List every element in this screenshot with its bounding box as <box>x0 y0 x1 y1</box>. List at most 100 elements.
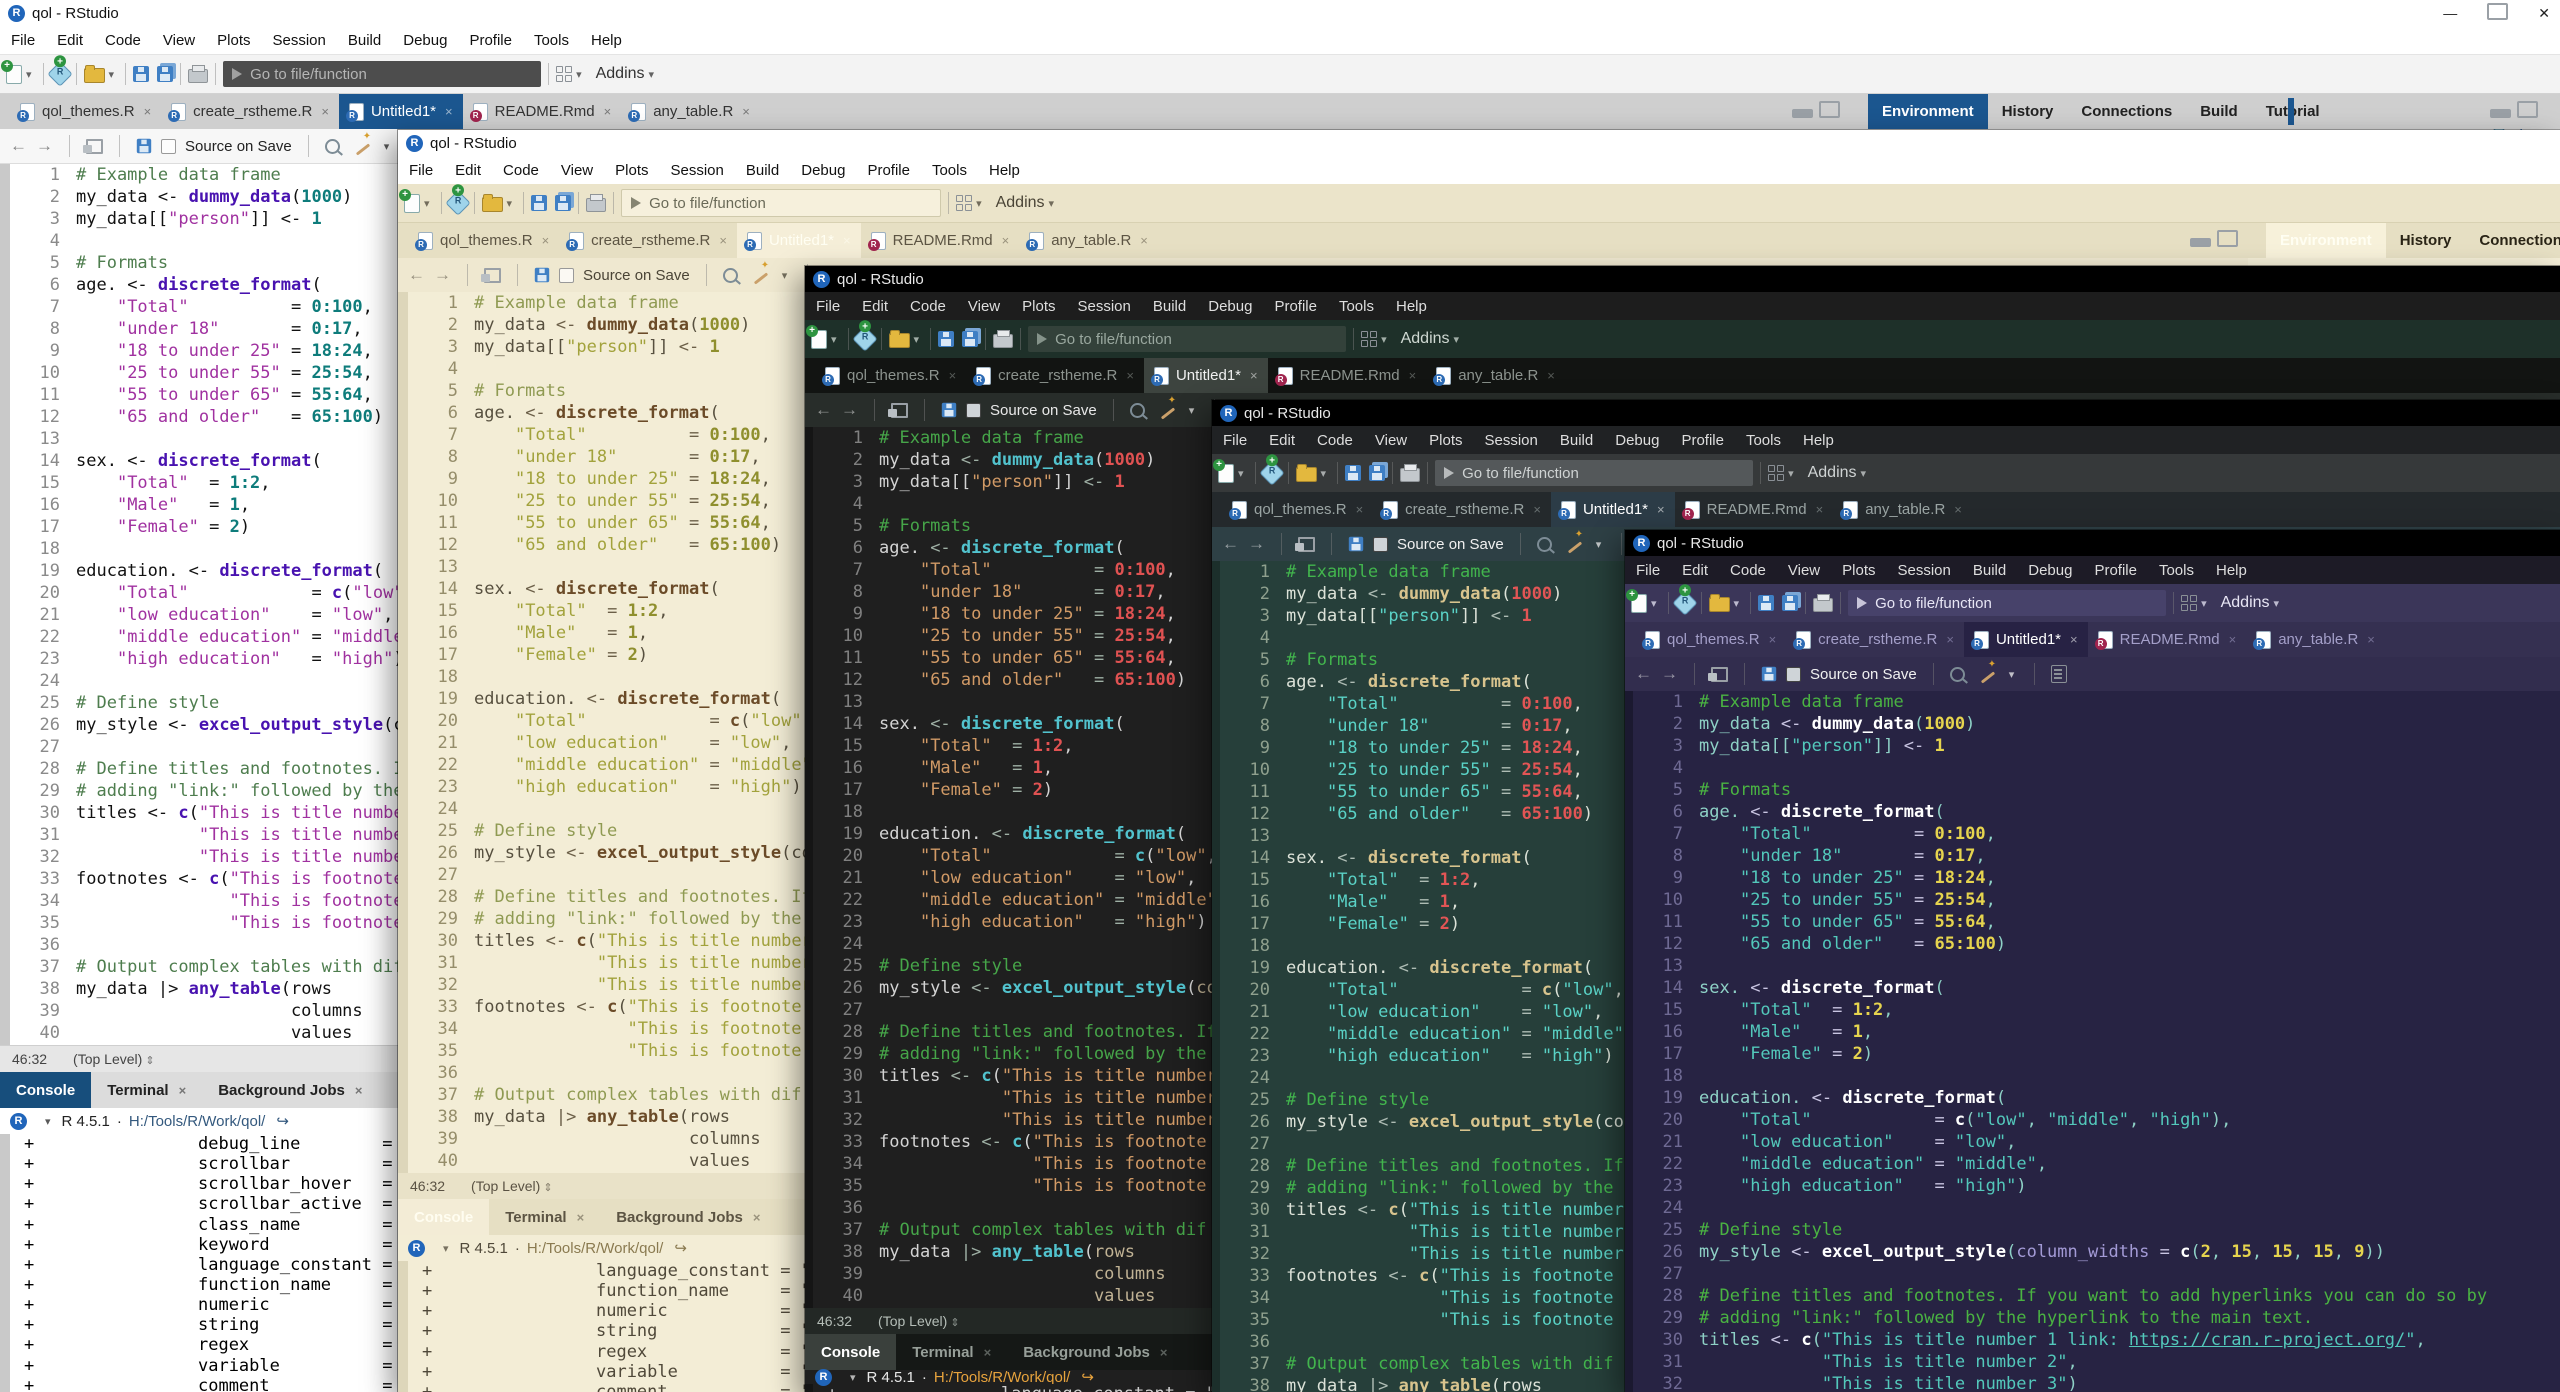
menu-debug[interactable]: Debug <box>2017 562 2083 579</box>
open-directory-icon[interactable]: ↪ <box>276 1112 289 1130</box>
close-button[interactable]: ✕ <box>2538 5 2550 22</box>
close-tab-icon[interactable]: × <box>2229 632 2237 647</box>
menu-view[interactable]: View <box>152 32 206 49</box>
close-tab-icon[interactable]: × <box>1002 233 1010 248</box>
close-tab-icon[interactable]: × <box>1547 368 1555 383</box>
goto-file-function-search[interactable]: Go to file/function <box>223 61 541 87</box>
menu-profile[interactable]: Profile <box>856 162 921 179</box>
open-directory-icon[interactable]: ↪ <box>674 1239 687 1257</box>
goto-file-function-search[interactable]: Go to file/function <box>1028 326 1346 352</box>
window-titlebar[interactable]: Rqol - RStudio <box>1625 530 2560 556</box>
console-tab-background-jobs[interactable]: Background Jobs× <box>202 1072 378 1108</box>
menu-code[interactable]: Code <box>1306 432 1364 449</box>
menu-tools[interactable]: Tools <box>2148 562 2205 579</box>
menu-plots[interactable]: Plots <box>1831 562 1886 579</box>
addins-button[interactable]: Addins <box>1401 330 1450 348</box>
close-tab-icon[interactable]: × <box>542 233 550 248</box>
file-tab-untitled1-[interactable]: Untitled1*× <box>1551 492 1675 527</box>
file-tab-create-rstheme-r[interactable]: create_rstheme.R× <box>161 94 339 129</box>
menu-help[interactable]: Help <box>1792 432 1845 449</box>
menu-plots[interactable]: Plots <box>604 162 659 179</box>
code-tools-dropdown-icon[interactable]: ▾ <box>2009 668 2015 681</box>
env-tab-environment[interactable]: Environment <box>2266 223 2386 258</box>
goto-file-function-search[interactable]: Go to file/function <box>1848 590 2166 616</box>
menu-view[interactable]: View <box>1777 562 1831 579</box>
console-tab-terminal[interactable]: Terminal× <box>489 1199 600 1235</box>
menu-view[interactable]: View <box>1364 432 1418 449</box>
console-tab-background-jobs[interactable]: Background Jobs× <box>1007 1334 1183 1370</box>
console-tab-console[interactable]: Console <box>805 1334 896 1370</box>
close-tab-icon[interactable]: × <box>2070 632 2078 647</box>
close-tab-icon[interactable]: × <box>321 104 329 119</box>
close-tab-icon[interactable]: × <box>2367 632 2375 647</box>
console-tab-console[interactable]: Console <box>398 1199 489 1235</box>
pane-layout-dropdown-icon[interactable]: ▾ <box>576 68 582 81</box>
close-tab-icon[interactable]: × <box>604 104 612 119</box>
menu-session[interactable]: Session <box>1474 432 1549 449</box>
menu-debug[interactable]: Debug <box>1197 298 1263 315</box>
addins-button[interactable]: Addins <box>1808 464 1857 482</box>
close-tab-icon[interactable]: × <box>355 1083 363 1098</box>
menu-build[interactable]: Build <box>1549 432 1604 449</box>
env-tab-connections[interactable]: Connections <box>2465 223 2560 258</box>
scope-indicator[interactable]: (Top Level) ⇕ <box>878 1313 960 1329</box>
back-icon[interactable]: ← <box>1635 664 1652 684</box>
menu-file[interactable]: File <box>398 162 444 179</box>
file-tab-qol-themes-r[interactable]: qol_themes.R× <box>10 94 161 129</box>
back-icon[interactable]: ← <box>815 400 832 420</box>
close-tab-icon[interactable]: × <box>1954 502 1962 517</box>
r-version-dropdown-icon[interactable]: ▾ <box>850 1371 856 1384</box>
close-tab-icon[interactable]: × <box>742 104 750 119</box>
file-tab-create-rstheme-r[interactable]: create_rstheme.R× <box>1373 492 1551 527</box>
file-tab-create-rstheme-r[interactable]: create_rstheme.R× <box>966 358 1144 393</box>
menu-plots[interactable]: Plots <box>206 32 261 49</box>
env-tab-history[interactable]: History <box>1988 94 2068 129</box>
console-tab-console[interactable]: Console <box>0 1072 91 1108</box>
menu-build[interactable]: Build <box>735 162 790 179</box>
close-tab-icon[interactable]: × <box>1356 502 1364 517</box>
goto-file-function-search[interactable]: Go to file/function <box>1435 460 1753 486</box>
menu-plots[interactable]: Plots <box>1418 432 1473 449</box>
close-tab-icon[interactable]: × <box>753 1210 761 1225</box>
addins-dropdown-icon[interactable]: ▾ <box>2274 597 2280 610</box>
forward-icon[interactable]: → <box>434 265 451 285</box>
menu-edit[interactable]: Edit <box>851 298 899 315</box>
menu-tools[interactable]: Tools <box>523 32 580 49</box>
pane-layout-dropdown-icon[interactable]: ▾ <box>976 197 982 210</box>
menu-code[interactable]: Code <box>1719 562 1777 579</box>
close-tab-icon[interactable]: × <box>1769 632 1777 647</box>
close-tab-icon[interactable]: × <box>949 368 957 383</box>
menu-file[interactable]: File <box>1212 432 1258 449</box>
pane-layout-dropdown-icon[interactable]: ▾ <box>1788 467 1794 480</box>
back-icon[interactable]: ← <box>10 136 27 156</box>
window-titlebar[interactable]: Rqol - RStudio <box>805 266 2560 292</box>
forward-icon[interactable]: → <box>841 400 858 420</box>
file-tab-qol-themes-r[interactable]: qol_themes.R× <box>815 358 966 393</box>
new-file-dropdown-icon[interactable]: ▾ <box>26 68 32 81</box>
close-tab-icon[interactable]: × <box>1140 233 1148 248</box>
menu-profile[interactable]: Profile <box>1263 298 1328 315</box>
new-file-dropdown-icon[interactable]: ▾ <box>831 333 837 346</box>
menu-edit[interactable]: Edit <box>1671 562 1719 579</box>
file-tab-qol-themes-r[interactable]: qol_themes.R× <box>408 223 559 258</box>
window-titlebar[interactable]: Rqol - RStudio <box>1212 400 2560 426</box>
addins-button[interactable]: Addins <box>596 65 645 83</box>
env-tab-environment[interactable]: Environment <box>1868 94 1988 129</box>
addins-dropdown-icon[interactable]: ▾ <box>1861 467 1867 480</box>
open-file-dropdown-icon[interactable]: ▾ <box>109 68 115 81</box>
env-pane-buttons[interactable] <box>2490 101 2538 118</box>
close-tab-icon[interactable]: × <box>984 1345 992 1360</box>
menu-tools[interactable]: Tools <box>921 162 978 179</box>
file-tab-qol-themes-r[interactable]: qol_themes.R× <box>1222 492 1373 527</box>
file-tab-untitled1-[interactable]: Untitled1*× <box>737 223 861 258</box>
addins-dropdown-icon[interactable]: ▾ <box>1454 333 1460 346</box>
goto-file-function-search[interactable]: Go to file/function <box>621 189 941 217</box>
menu-profile[interactable]: Profile <box>458 32 523 49</box>
menu-tools[interactable]: Tools <box>1735 432 1792 449</box>
code-editor[interactable]: 1# Example data frame2my_data <- dummy_d… <box>1625 691 2560 1392</box>
console-tab-terminal[interactable]: Terminal× <box>896 1334 1007 1370</box>
menu-edit[interactable]: Edit <box>46 32 94 49</box>
file-tab-untitled1-[interactable]: Untitled1*× <box>1144 358 1268 393</box>
close-tab-icon[interactable]: × <box>843 233 851 248</box>
forward-icon[interactable]: → <box>1248 534 1265 554</box>
